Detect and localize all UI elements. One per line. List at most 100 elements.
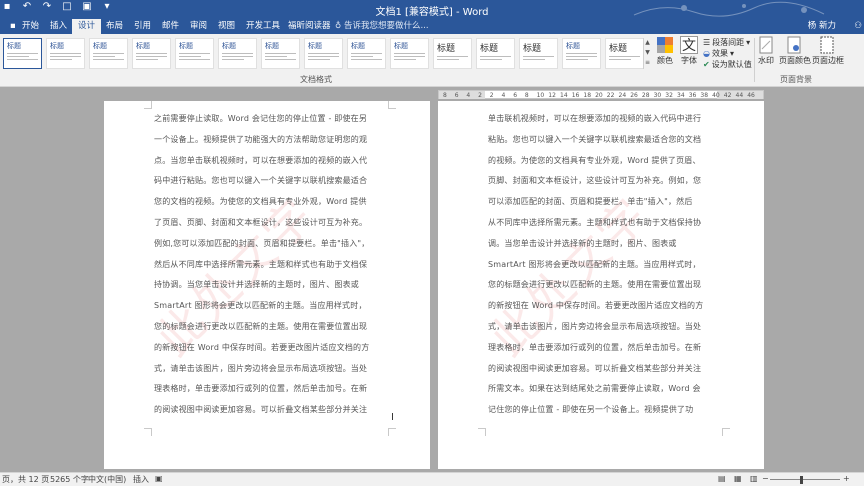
style-set-thumb[interactable]: 标题	[390, 38, 429, 69]
text-line[interactable]: 调。当您单击设计并选择新的主题时，图片、图表或	[488, 234, 716, 255]
text-line[interactable]: 式，请单击该图片，图片旁边将会显示布局选项按钮。当处	[154, 359, 382, 380]
style-set-thumb[interactable]: 标题	[132, 38, 171, 69]
text-line[interactable]: 持协调。当您单击设计并选择新的主题时，图片、图表或	[154, 275, 382, 296]
style-set-thumb[interactable]: 标题	[3, 38, 42, 69]
print-layout-icon[interactable]: ▦	[734, 474, 742, 483]
text-line[interactable]: 理表格时，单击要添加行或列的位置，然后单击加号。在新	[154, 379, 382, 400]
user-account[interactable]: 杨 新力	[808, 19, 836, 34]
tab-references[interactable]: 引用	[128, 19, 157, 34]
tab-review[interactable]: 审阅	[184, 19, 213, 34]
title-bar: ▪ ↶ ↷ □ ▣ ▾ 文档1 [兼容模式] - Word	[0, 0, 864, 19]
gallery-scroll[interactable]: ▲ ▼ ≡	[643, 38, 651, 69]
text-line[interactable]: 一个设备上。视频提供了功能强大的方法帮助您证明您的观	[154, 130, 382, 151]
tab-home[interactable]: 开始	[16, 19, 45, 34]
dropdown-icon: ▾	[729, 49, 734, 58]
text-line[interactable]: 的阅读视图中阅读更加容易。可以折叠文档某些部分并关注	[488, 359, 716, 380]
document-area[interactable]: 8 6 4 2 2 4 6 8 10 12 14 16 18 20 22 24 26 28 30 32 34 36 38 40…	[0, 87, 864, 472]
ruler-tick: 2	[489, 92, 494, 99]
style-set-thumb[interactable]: 标题	[304, 38, 343, 69]
text-line[interactable]: 点。当您单击联机视频时，可以在想要添加的视频的嵌入代	[154, 151, 382, 172]
zoom-slider-thumb[interactable]	[800, 476, 803, 484]
tab-design[interactable]: 设计	[72, 19, 102, 34]
tab-developer[interactable]: 开发工具	[240, 19, 286, 34]
tab-layout[interactable]: 布局	[100, 19, 129, 34]
ruler-tick: 2	[478, 92, 482, 99]
watermark-button[interactable]: 水印	[757, 36, 775, 66]
paragraph-spacing-button[interactable]: ☰ 段落间距 ▾	[703, 37, 750, 48]
effects-button[interactable]: ◒ 效果 ▾	[703, 48, 734, 59]
colors-button[interactable]: 颜色	[654, 36, 676, 66]
tell-me-box[interactable]: ♁ 告诉我您想要做什么...	[335, 19, 429, 34]
ruler-tick: 12	[548, 92, 556, 99]
tab-insert[interactable]: 插入	[44, 19, 73, 34]
style-set-thumb[interactable]: 标题	[218, 38, 257, 69]
style-set-thumb[interactable]: 标题	[46, 38, 85, 69]
text-line[interactable]: 了页眉、页脚、封面和文本框设计，这些设计可互为补充。	[154, 213, 382, 234]
page-border-button[interactable]: 页面边框	[812, 36, 844, 66]
ruler-tick: 32	[665, 92, 673, 99]
chevron-down-icon[interactable]: ▼	[645, 49, 650, 56]
text-line[interactable]: 的新按钮在 Word 中保存时间。若要更改图片适应文档的方	[488, 296, 716, 317]
text-line[interactable]: SmartArt 图形将会更改以匹配新的主题。当应用样式时，	[154, 296, 382, 317]
text-line[interactable]: 的视频。为使您的文档具有专业外观，Word 提供了页眉、	[488, 151, 716, 172]
zoom-out-icon[interactable]: −	[762, 474, 769, 483]
text-line[interactable]: 粘贴。您也可以键入一个关键字以联机搜索最适合您的文档	[488, 130, 716, 151]
page-1-text[interactable]: 之前需要停止读取。Word 会记住您的停止位置 - 即使在另 一个设备上。视频提供…	[154, 109, 382, 421]
text-line[interactable]: 您的文档的视频。为使您的文档具有专业外观，Word 提供	[154, 192, 382, 213]
title-decoration-icon	[633, 1, 825, 17]
style-set-thumb[interactable]: 标题	[347, 38, 386, 69]
text-line[interactable]: 您的标题会进行更改以匹配新的主题。使用在需要位置出现	[154, 317, 382, 338]
ruler-tick: 34	[677, 92, 685, 99]
text-line[interactable]: 理表格时，单击要添加行或列的位置，然后单击加号。在新	[488, 338, 716, 359]
text-line[interactable]: 之前需要停止读取。Word 会记住您的停止位置 - 即使在另	[154, 109, 382, 130]
style-set-thumb[interactable]: 标题	[476, 38, 515, 69]
web-layout-icon[interactable]: ▥	[750, 474, 758, 483]
text-line[interactable]: 您的标题会进行更改以匹配新的主题。使用在需要位置出现	[488, 275, 716, 296]
page-color-button[interactable]: 页面颜色	[779, 36, 811, 66]
text-line[interactable]: 单击联机视频时，可以在想要添加的视频的嵌入代码中进行	[488, 109, 716, 130]
style-set-thumb[interactable]: 标题	[562, 38, 601, 69]
text-line[interactable]: 页脚、封面和文本框设计，这些设计可互为补充。例如，您	[488, 171, 716, 192]
style-set-thumb[interactable]: 标题	[605, 38, 644, 69]
horizontal-ruler[interactable]: 8 6 4 2 2 4 6 8 10 12 14 16 18 20 22 24 26 28 30 32 34 36 38 40…	[438, 90, 764, 99]
input-mode[interactable]: 插入	[133, 474, 149, 485]
macro-record-icon[interactable]: ▣	[155, 474, 163, 483]
ruler-tick: 24	[618, 92, 627, 99]
text-line[interactable]: 码中进行粘贴。您也可以键入一个关键字以联机搜索最适合	[154, 171, 382, 192]
read-mode-icon[interactable]: ▤	[718, 474, 726, 483]
chevron-up-icon[interactable]: ▲	[645, 39, 650, 46]
ruler-tick: 6	[454, 92, 459, 99]
share-button[interactable]: ⚇	[854, 19, 862, 34]
text-line[interactable]: 从不同库中选择所需元素。主题和样式也有助于文档保持协	[488, 213, 716, 234]
fonts-button[interactable]: 文 字体	[678, 36, 700, 66]
ruler-tick: 36	[688, 92, 697, 99]
text-line[interactable]: 然后从不同库中选择所需元素。主题和样式也有助于文档保	[154, 255, 382, 276]
page-1[interactable]: 此处文字 之前需要停止读取。Word 会记住您的停止位置 - 即使在另 一个设备上…	[104, 101, 430, 469]
gallery-more-icon[interactable]: ≡	[645, 59, 650, 66]
word-count[interactable]: 5265 个字	[50, 474, 89, 485]
zoom-slider[interactable]	[770, 479, 840, 480]
page-count[interactable]: 页，共 12 页	[2, 474, 49, 485]
style-set-thumb[interactable]: 标题	[261, 38, 300, 69]
style-set-thumb[interactable]: 标题	[175, 38, 214, 69]
tab-view[interactable]: 视图	[212, 19, 241, 34]
style-set-thumb[interactable]: 标题	[519, 38, 558, 69]
zoom-in-icon[interactable]: +	[843, 474, 850, 483]
style-set-thumb[interactable]: 标题	[433, 38, 472, 69]
text-line[interactable]: SmartArt 图形将会更改以匹配新的主题。当应用样式时，	[488, 255, 716, 276]
language[interactable]: 中文(中国)	[88, 474, 126, 485]
text-line[interactable]: 可以添加匹配的封面、页眉和提要栏。单击"插入"，然后	[488, 192, 716, 213]
page-2-text[interactable]: 单击联机视频时，可以在想要添加的视频的嵌入代码中进行 粘贴。您也可以键入一个关键字…	[488, 109, 716, 421]
text-line[interactable]: 的新按钮在 Word 中保存时间。若要更改图片适应文档的方	[154, 338, 382, 359]
text-line[interactable]: 的阅读视图中阅读更加容易。可以折叠文档某些部分并关注	[154, 400, 382, 421]
tab-mailings[interactable]: 邮件	[156, 19, 185, 34]
ruler-tick: 8	[443, 92, 447, 99]
text-line[interactable]: 所需文本。如果在达到结尾处之前需要停止读取，Word 会	[488, 379, 716, 400]
text-line[interactable]: 例如,您可以添加匹配的封面、页眉和提要栏。单击"插入"，	[154, 234, 382, 255]
text-line[interactable]: 记住您的停止位置 - 即使在另一个设备上。视频提供了功	[488, 400, 716, 421]
style-set-thumb[interactable]: 标题	[89, 38, 128, 69]
page-2[interactable]: 此处文字 单击联机视频时，可以在想要添加的视频的嵌入代码中进行 粘贴。您也可以键入…	[438, 101, 764, 469]
set-default-button[interactable]: ✔ 设为默认值	[703, 59, 752, 70]
tab-foxit-reader[interactable]: 福昕阅读器	[282, 19, 337, 34]
text-line[interactable]: 式，请单击该图片，图片旁边将会显示布局选项按钮。当处	[488, 317, 716, 338]
